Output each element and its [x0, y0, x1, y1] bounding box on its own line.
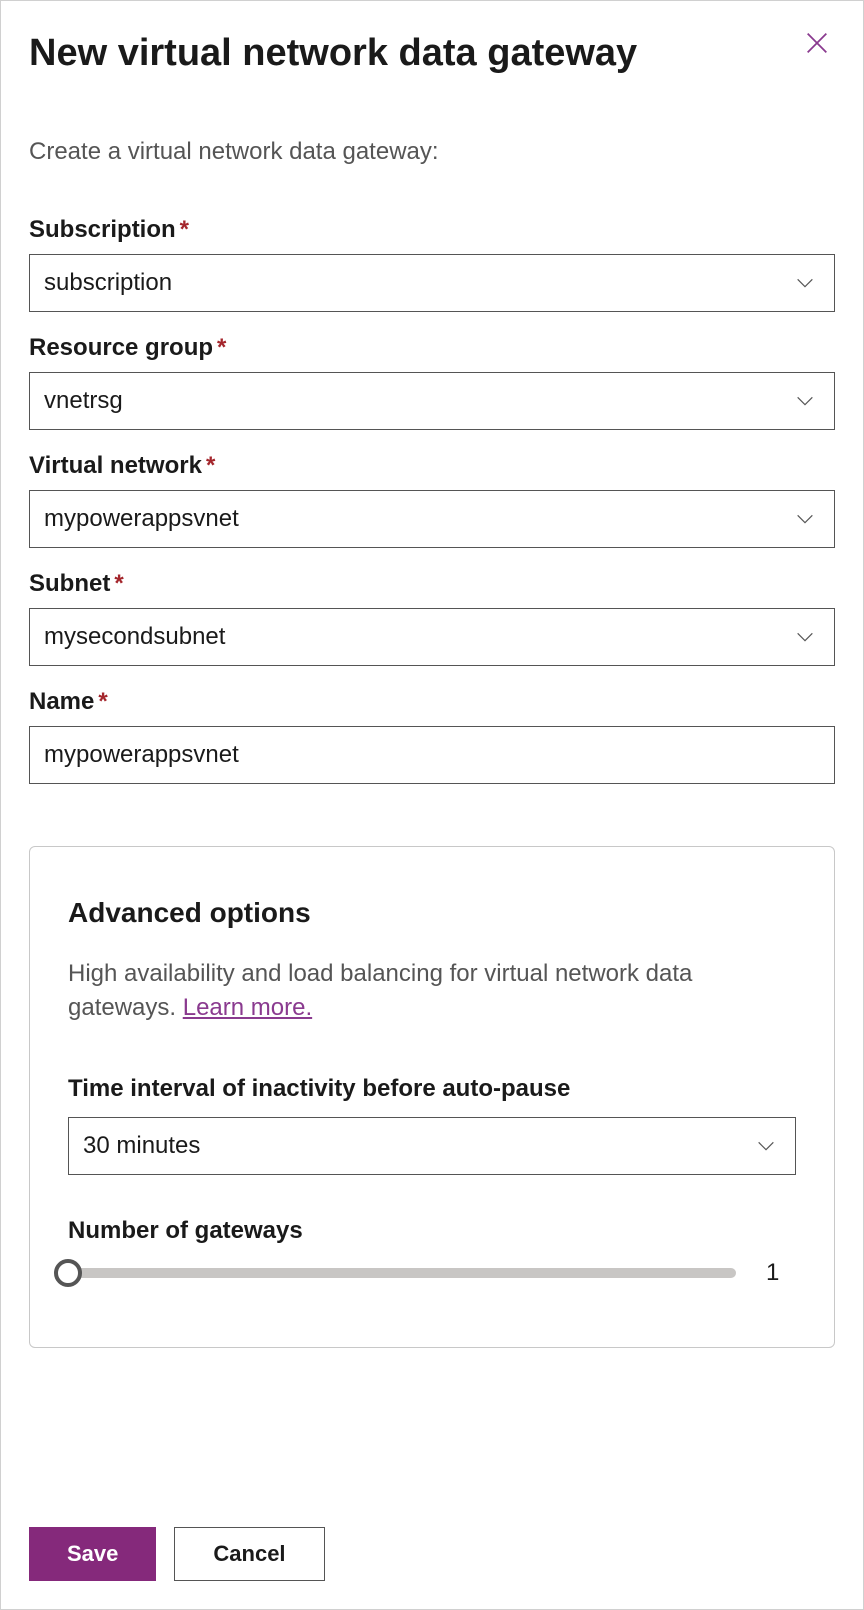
chevron-down-icon: [794, 508, 816, 530]
close-button[interactable]: [795, 21, 839, 70]
resource-group-value: vnetrsg: [44, 387, 123, 415]
virtual-network-label: Virtual network*: [29, 452, 835, 480]
inactivity-label: Time interval of inactivity before auto-…: [68, 1075, 796, 1103]
subscription-group: Subscription* subscription: [29, 216, 835, 312]
chevron-down-icon: [794, 626, 816, 648]
virtual-network-label-text: Virtual network: [29, 452, 202, 479]
panel-header: New virtual network data gateway: [29, 29, 835, 78]
virtual-network-dropdown[interactable]: mypowerappsvnet: [29, 490, 835, 548]
resource-group-label-text: Resource group: [29, 334, 213, 361]
required-asterisk: *: [114, 570, 123, 597]
advanced-desc-text: High availability and load balancing for…: [68, 960, 692, 1021]
required-asterisk: *: [180, 216, 189, 243]
subscription-dropdown[interactable]: subscription: [29, 254, 835, 312]
gateways-slider[interactable]: [68, 1268, 736, 1278]
gateways-count-label: Number of gateways: [68, 1217, 796, 1245]
subnet-dropdown[interactable]: mysecondsubnet: [29, 608, 835, 666]
name-input[interactable]: [29, 726, 835, 784]
gateways-count-value: 1: [766, 1259, 796, 1287]
subscription-value: subscription: [44, 269, 172, 297]
virtual-network-group: Virtual network* mypowerappsvnet: [29, 452, 835, 548]
save-button[interactable]: Save: [29, 1527, 156, 1581]
chevron-down-icon: [794, 390, 816, 412]
subnet-group: Subnet* mysecondsubnet: [29, 570, 835, 666]
chevron-down-icon: [755, 1135, 777, 1157]
resource-group-group: Resource group* vnetrsg: [29, 334, 835, 430]
subnet-label-text: Subnet: [29, 570, 110, 597]
close-icon: [803, 29, 831, 57]
new-gateway-panel: New virtual network data gateway Create …: [1, 1, 863, 1609]
subnet-value: mysecondsubnet: [44, 623, 225, 651]
name-label: Name*: [29, 688, 835, 716]
subscription-label-text: Subscription: [29, 216, 176, 243]
name-label-text: Name: [29, 688, 94, 715]
chevron-down-icon: [794, 272, 816, 294]
name-group: Name*: [29, 688, 835, 784]
slider-thumb[interactable]: [54, 1259, 82, 1287]
inactivity-value: 30 minutes: [83, 1132, 200, 1160]
panel-subtitle: Create a virtual network data gateway:: [29, 138, 835, 166]
resource-group-label: Resource group*: [29, 334, 835, 362]
required-asterisk: *: [98, 688, 107, 715]
resource-group-dropdown[interactable]: vnetrsg: [29, 372, 835, 430]
subnet-label: Subnet*: [29, 570, 835, 598]
virtual-network-value: mypowerappsvnet: [44, 505, 239, 533]
advanced-options-section: Advanced options High availability and l…: [29, 846, 835, 1347]
advanced-options-description: High availability and load balancing for…: [68, 957, 796, 1024]
advanced-options-title: Advanced options: [68, 897, 796, 929]
page-title: New virtual network data gateway: [29, 29, 637, 78]
inactivity-dropdown[interactable]: 30 minutes: [68, 1117, 796, 1175]
required-asterisk: *: [206, 452, 215, 479]
required-asterisk: *: [217, 334, 226, 361]
subscription-label: Subscription*: [29, 216, 835, 244]
learn-more-link[interactable]: Learn more.: [183, 994, 312, 1021]
panel-footer: Save Cancel: [29, 1487, 835, 1581]
gateways-slider-row: 1: [68, 1259, 796, 1287]
cancel-button[interactable]: Cancel: [174, 1527, 324, 1581]
